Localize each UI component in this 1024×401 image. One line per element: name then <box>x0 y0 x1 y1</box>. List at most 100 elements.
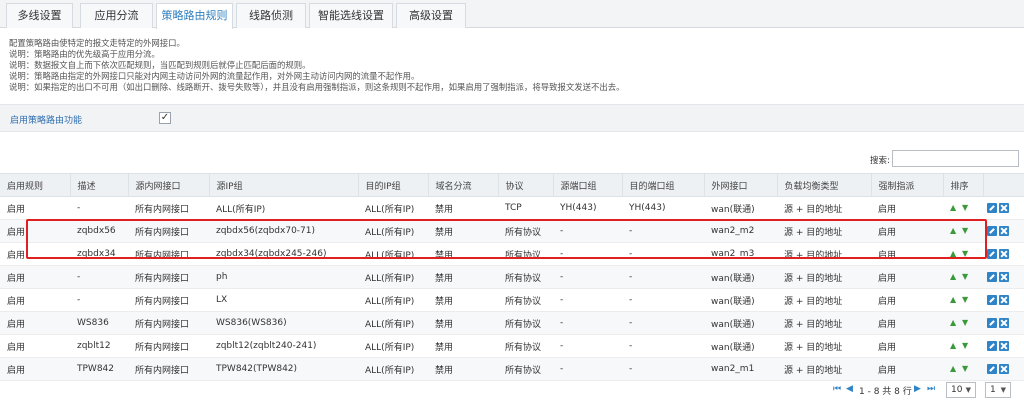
col-src-interface[interactable]: 源内网接口 <box>128 173 210 197</box>
first-page-icon[interactable]: ⏮ <box>833 385 842 394</box>
col-src-ip-group[interactable]: 源IP组 <box>209 173 359 197</box>
edit-icon[interactable] <box>987 363 997 374</box>
cell-wan-interface: wan(联通) <box>704 288 777 312</box>
table-row[interactable]: 启用 - 所有内网接口 LX ALL(所有IP) 禁用 所有协议 - - wan(联通) 源 + 目… <box>0 288 1024 312</box>
enable-policy-routing-checkbox[interactable]: ✓ <box>159 112 171 124</box>
enable-policy-routing-label: 启用策略路由功能 <box>10 116 83 126</box>
tab-policy-routing[interactable]: 策略路由规则 <box>156 3 233 29</box>
move-up-icon[interactable]: ▲ <box>950 249 958 258</box>
cell-operations <box>983 242 1024 266</box>
col-src-port-group[interactable]: 源端口组 <box>553 173 623 197</box>
move-down-icon[interactable]: ▼ <box>962 341 970 350</box>
last-page-icon[interactable]: ⏭ <box>927 385 936 394</box>
cell-src-port-group: - <box>553 242 622 266</box>
cell-dst-port-group: - <box>622 288 704 312</box>
delete-icon[interactable] <box>999 363 1009 374</box>
cell-enable: 启用 <box>0 357 70 381</box>
page-number-select[interactable]: 1 ▼ <box>985 382 1011 398</box>
cell-src-ip-group: zqblt12(zqblt240-241) <box>209 334 358 358</box>
move-up-icon[interactable]: ▲ <box>950 226 958 235</box>
move-down-icon[interactable]: ▼ <box>962 249 970 258</box>
next-page-icon[interactable]: ▶ <box>914 385 923 394</box>
col-load-balance-type[interactable]: 负载均衡类型 <box>777 173 872 197</box>
cell-operations <box>983 219 1024 243</box>
move-up-icon[interactable]: ▲ <box>950 341 958 350</box>
move-down-icon[interactable]: ▼ <box>962 203 970 212</box>
table-row[interactable]: 启用 zqblt12 所有内网接口 zqblt12(zqblt240-241) ALL(… <box>0 334 1024 358</box>
move-down-icon[interactable]: ▼ <box>962 364 970 373</box>
tab-multi-line[interactable]: 多线设置 <box>6 3 73 28</box>
table-row[interactable]: 启用 - 所有内网接口 ph ALL(所有IP) 禁用 所有协议 - - wan(联通) 源 + 目… <box>0 265 1024 289</box>
col-dst-ip-group[interactable]: 目的IP组 <box>358 173 429 197</box>
table-row[interactable]: 启用 WS836 所有内网接口 WS836(WS836) ALL(所有IP) 禁用 所有协议… <box>0 311 1024 335</box>
edit-icon[interactable] <box>987 202 997 213</box>
move-down-icon[interactable]: ▼ <box>962 295 970 304</box>
cell-load-balance-type: 源 + 目的地址 <box>777 357 871 381</box>
move-up-icon[interactable]: ▲ <box>950 295 958 304</box>
cell-description: zqblt12 <box>70 334 128 358</box>
tab-advanced[interactable]: 高级设置 <box>396 3 466 28</box>
cell-load-balance-type: 源 + 目的地址 <box>777 242 871 266</box>
table-row[interactable]: 启用 zqbdx56 所有内网接口 zqbdx56(zqbdx70-71) ALL(所有… <box>0 219 1024 243</box>
cell-src-port-group: YH(443) <box>553 196 622 220</box>
cell-forced-assign: 启用 <box>871 196 943 220</box>
edit-icon[interactable] <box>987 340 997 351</box>
cell-sort: ▲ ▼ <box>943 334 983 358</box>
page-summary: 1 - 8 共 8 行 <box>859 387 912 397</box>
cell-dst-ip-group: ALL(所有IP) <box>358 288 428 312</box>
delete-icon[interactable] <box>999 248 1009 259</box>
col-operations <box>983 173 1024 197</box>
delete-icon[interactable] <box>999 271 1009 282</box>
col-forced-assign[interactable]: 强制指派 <box>871 173 944 197</box>
edit-icon[interactable] <box>987 294 997 305</box>
delete-icon[interactable] <box>999 340 1009 351</box>
delete-icon[interactable] <box>999 225 1009 236</box>
edit-icon[interactable] <box>987 317 997 328</box>
cell-enable: 启用 <box>0 334 70 358</box>
col-enable-rule[interactable]: 启用规则 <box>0 173 71 197</box>
col-domain-split[interactable]: 域名分流 <box>428 173 499 197</box>
move-down-icon[interactable]: ▼ <box>962 226 970 235</box>
tab-app-split[interactable]: 应用分流 <box>80 3 153 28</box>
cell-src-interface: 所有内网接口 <box>128 288 209 312</box>
move-down-icon[interactable]: ▼ <box>962 318 970 327</box>
cell-enable: 启用 <box>0 265 70 289</box>
tab-smart-line[interactable]: 智能选线设置 <box>309 3 393 28</box>
col-wan-interface[interactable]: 外网接口 <box>704 173 778 197</box>
table-row[interactable]: 启用 TPW842 所有内网接口 TPW842(TPW842) ALL(所有IP) 禁用所… <box>0 357 1024 381</box>
move-up-icon[interactable]: ▲ <box>950 364 958 373</box>
cell-dst-port-group: - <box>622 311 704 335</box>
table-row[interactable]: 启用 zqbdx34 所有内网接口 zqbdx34(zqbdx245-246) ALL(… <box>0 242 1024 266</box>
cell-forced-assign: 启用 <box>871 357 943 381</box>
prev-page-icon[interactable]: ◀ <box>846 385 855 394</box>
cell-forced-assign: 启用 <box>871 334 943 358</box>
cell-src-ip-group: WS836(WS836) <box>209 311 358 335</box>
cell-domain-split: 禁用 <box>428 242 498 266</box>
cell-dst-ip-group: ALL(所有IP) <box>358 334 428 358</box>
cell-forced-assign: 启用 <box>871 242 943 266</box>
cell-src-interface: 所有内网接口 <box>128 334 209 358</box>
move-up-icon[interactable]: ▲ <box>950 318 958 327</box>
col-description[interactable]: 描述 <box>70 173 129 197</box>
cell-wan-interface: wan(联通) <box>704 265 777 289</box>
col-dst-port-group[interactable]: 目的端口组 <box>622 173 705 197</box>
edit-icon[interactable] <box>987 248 997 259</box>
delete-icon[interactable] <box>999 202 1009 213</box>
search-input[interactable] <box>892 150 1019 167</box>
move-down-icon[interactable]: ▼ <box>962 272 970 281</box>
cell-src-interface: 所有内网接口 <box>128 242 209 266</box>
edit-icon[interactable] <box>987 225 997 236</box>
table-row[interactable]: 启用 - 所有内网接口 ALL(所有IP) ALL(所有IP) 禁用 TCP YH(443) Y… <box>0 196 1024 220</box>
tab-line-detect[interactable]: 线路侦测 <box>236 3 306 28</box>
cell-operations <box>983 288 1024 312</box>
col-protocol[interactable]: 协议 <box>498 173 554 197</box>
page-size-select[interactable]: 10 ▼ <box>946 382 976 398</box>
edit-icon[interactable] <box>987 271 997 282</box>
cell-load-balance-type: 源 + 目的地址 <box>777 196 871 220</box>
cell-dst-port-group: - <box>622 242 704 266</box>
move-up-icon[interactable]: ▲ <box>950 203 958 212</box>
col-sort[interactable]: 排序 <box>943 173 984 197</box>
delete-icon[interactable] <box>999 317 1009 328</box>
delete-icon[interactable] <box>999 294 1009 305</box>
move-up-icon[interactable]: ▲ <box>950 272 958 281</box>
